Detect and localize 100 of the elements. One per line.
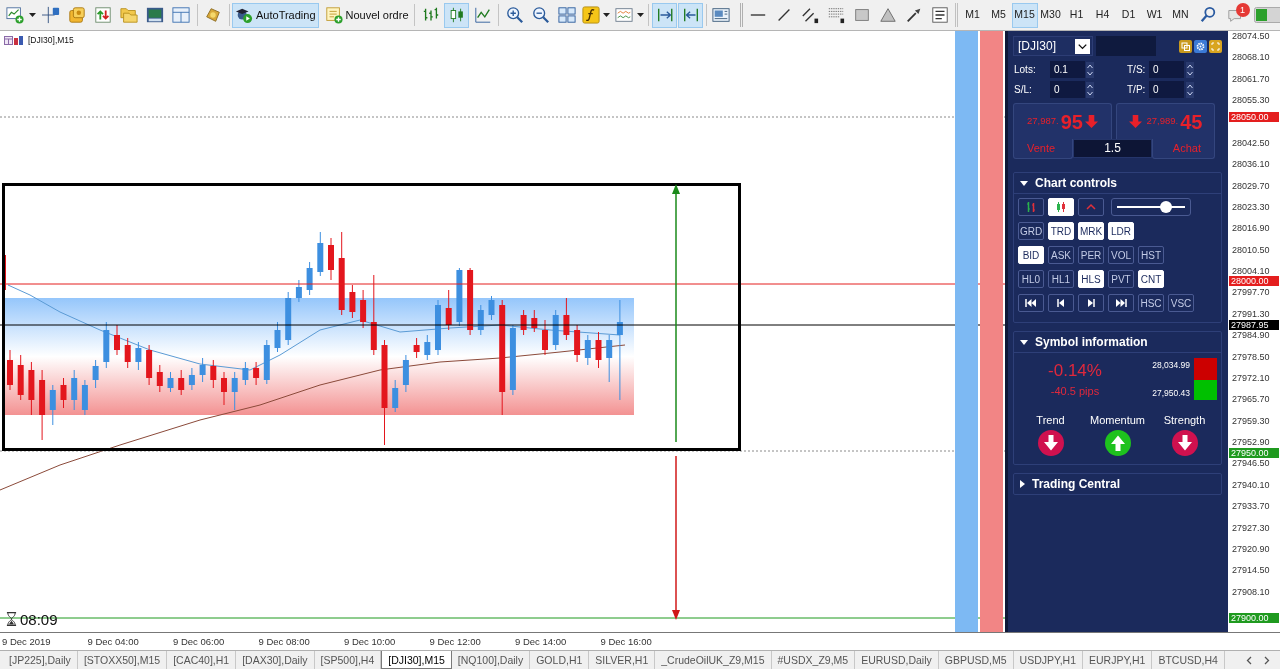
skip-end-button[interactable]	[1108, 294, 1134, 312]
function-icon[interactable]	[581, 6, 600, 24]
timeframe-button[interactable]: M1	[959, 2, 986, 28]
candles-button[interactable]	[1048, 198, 1074, 216]
chevron-right-icon[interactable]	[1264, 655, 1270, 665]
toggle-button[interactable]: HSC	[1138, 294, 1164, 312]
symbol-tab[interactable]: EURJPY,H1	[1083, 651, 1153, 669]
spinner-arrows-icon[interactable]	[1186, 81, 1194, 98]
toggle-button[interactable]: PER	[1078, 246, 1104, 264]
zoom-slider[interactable]	[1111, 198, 1191, 216]
input-field[interactable]	[1096, 36, 1156, 56]
symbol-tab[interactable]: GOLD,H1	[530, 651, 590, 669]
new-order-button[interactable]: Nouvel ordre	[321, 2, 412, 28]
timeframe-button[interactable]: W1	[1141, 2, 1168, 28]
section-header[interactable]: Symbol information	[1014, 332, 1221, 352]
timeframe-button[interactable]: D1	[1115, 2, 1142, 28]
search-icon[interactable]	[1198, 6, 1217, 24]
symbol-tab[interactable]: SILVER,H1	[589, 651, 656, 669]
symbol-tab[interactable]: [JP225],Daily	[3, 651, 78, 669]
symbol-tab[interactable]: #USDX_Z9,M5	[771, 651, 856, 669]
zoom-in-icon[interactable]	[505, 6, 524, 24]
pen-icon[interactable]	[904, 6, 923, 24]
chart-shift-button[interactable]	[678, 2, 703, 28]
autotrading-button[interactable]: AutoTrading	[232, 2, 319, 28]
symbol-tab[interactable]: USDJPY,H1	[1013, 651, 1083, 669]
timeframe-button[interactable]: M30	[1037, 2, 1064, 28]
slider-thumb[interactable]	[1159, 201, 1172, 213]
text-box-icon[interactable]	[930, 6, 949, 24]
symbol-dropdown[interactable]: [DJI30]	[1013, 36, 1093, 56]
triangle-icon[interactable]	[878, 6, 897, 24]
sl-field[interactable]: 0	[1050, 81, 1085, 98]
time-label: 9 Dec 10:00	[344, 636, 396, 647]
new-chart-icon[interactable]	[6, 6, 24, 24]
toggle-button[interactable]: HLS	[1078, 270, 1104, 288]
toggle-button[interactable]: LDR	[1108, 222, 1134, 240]
timeframe-button[interactable]: H4	[1089, 2, 1116, 28]
symbol-tab[interactable]: _CrudeOilUK_Z9,M15	[655, 651, 772, 669]
toggle-button[interactable]: PVT	[1108, 270, 1134, 288]
spinner-arrows-icon[interactable]	[1086, 81, 1094, 98]
timeframe-button[interactable]: MN	[1167, 2, 1194, 28]
toggle-button[interactable]: VSC	[1168, 294, 1194, 312]
lots-field[interactable]: 0.1	[1050, 61, 1085, 78]
symbol-tab[interactable]: [STOXX50],M15	[77, 651, 168, 669]
skip-start-button[interactable]	[1018, 294, 1044, 312]
expand-icon[interactable]	[1209, 39, 1222, 53]
toggle-button[interactable]: TRD	[1048, 222, 1074, 240]
tag-icon[interactable]	[204, 6, 222, 24]
tile-windows-icon[interactable]	[557, 6, 576, 24]
low-price: 27,950.43	[1152, 387, 1190, 400]
spinner-arrows-icon[interactable]	[1086, 61, 1094, 78]
symbol-tab[interactable]: GBPUSD,M5	[938, 651, 1014, 669]
symbol-tab[interactable]: [NQ100],Daily	[451, 651, 531, 669]
caret-icon[interactable]	[603, 13, 610, 17]
symbol-tab[interactable]: BTCUSD,H4	[1152, 651, 1225, 669]
toggle-button[interactable]: HL0	[1018, 270, 1044, 288]
fibonacci-icon[interactable]	[826, 6, 845, 24]
symbol-tab[interactable]: [CAC40],H1	[167, 651, 237, 669]
toggle-button[interactable]: HST	[1138, 246, 1164, 264]
step-forward-button[interactable]	[1078, 294, 1104, 312]
crosshair-icon[interactable]	[42, 6, 60, 24]
toggle-button[interactable]: CNT	[1138, 270, 1164, 288]
channel-icon[interactable]	[800, 6, 819, 24]
ts-field[interactable]: 0	[1149, 61, 1184, 78]
toggle-button[interactable]: MRK	[1078, 222, 1104, 240]
bars-button[interactable]	[1018, 198, 1044, 216]
auto-scroll-button[interactable]	[652, 2, 677, 28]
price-tag: 27950.00	[1229, 447, 1279, 458]
caret-icon[interactable]	[637, 13, 644, 17]
section-header[interactable]: Chart controls	[1014, 173, 1221, 193]
section-header[interactable]: Trading Central	[1014, 474, 1221, 494]
spread-display: 1.5	[1073, 139, 1152, 158]
tp-field[interactable]: 0	[1149, 81, 1184, 98]
toggle-button[interactable]: VOL	[1108, 246, 1134, 264]
zoom-out-icon[interactable]	[531, 6, 550, 24]
spinner-arrows-icon[interactable]	[1186, 61, 1194, 78]
step-back-button[interactable]	[1048, 294, 1074, 312]
bar-chart-icon	[14, 35, 23, 45]
symbol-tab[interactable]: [DAX30],Daily	[236, 651, 315, 669]
toggle-icon[interactable]	[1253, 7, 1280, 23]
symbol-tab[interactable]: EURUSD,Daily	[855, 651, 939, 669]
window-layout-icon[interactable]	[711, 6, 730, 24]
rectangle-icon[interactable]	[852, 6, 871, 24]
timeframe-button[interactable]: H1	[1063, 2, 1090, 28]
terminal-window-icon[interactable]	[146, 6, 164, 24]
settings-icon[interactable]	[1194, 39, 1207, 53]
symbol-tab[interactable]: [DJI30],M15	[381, 651, 452, 669]
timeframe-button[interactable]: M15	[1011, 2, 1038, 28]
wallet-icon[interactable]	[68, 6, 86, 24]
up-down-arrows-icon[interactable]	[94, 6, 112, 24]
caret-icon[interactable]	[28, 13, 36, 17]
toggle-button[interactable]: HL1	[1048, 270, 1074, 288]
chevron-left-icon[interactable]	[1246, 655, 1252, 665]
timeframe-button[interactable]: M5	[985, 2, 1012, 28]
copy-icon[interactable]	[1179, 39, 1192, 53]
price-tag: 28050.00	[1229, 112, 1279, 122]
split-window-icon[interactable]	[172, 6, 190, 24]
toggle-button[interactable]: GRD	[1018, 222, 1044, 240]
candlestick-button[interactable]	[444, 2, 469, 28]
toggle-button[interactable]: ASK	[1048, 246, 1074, 264]
toggle-button[interactable]: BID	[1018, 246, 1044, 264]
